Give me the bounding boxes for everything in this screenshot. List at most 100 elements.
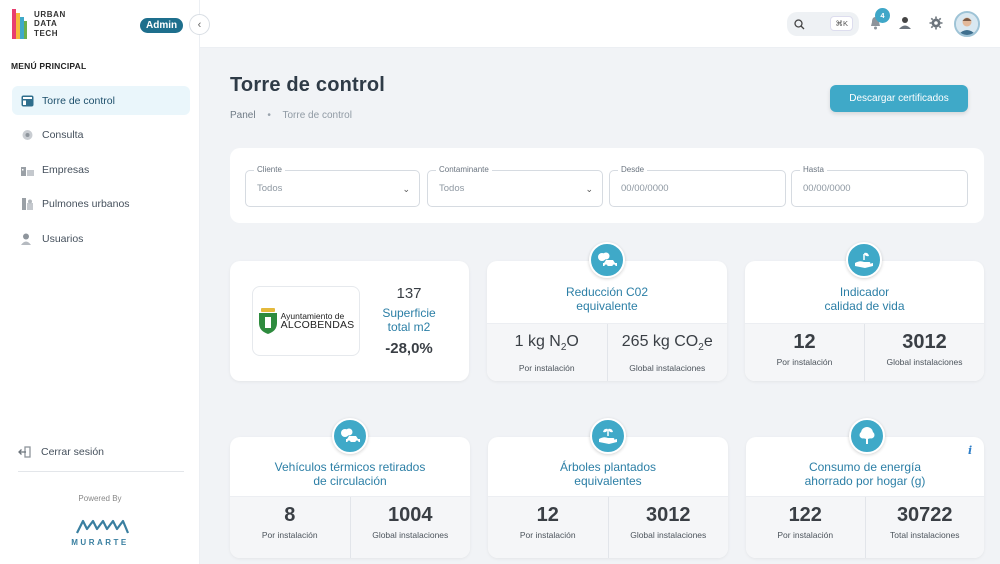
sidebar-item-torre-de-control[interactable]: Torre de control bbox=[12, 86, 190, 115]
surface-change: -28,0% bbox=[385, 340, 433, 357]
chevron-down-icon: ⌄ bbox=[585, 184, 593, 194]
avatar-icon bbox=[956, 13, 978, 35]
surface-label: Superficie total m2 bbox=[382, 306, 436, 334]
collapse-sidebar-button[interactable]: ‹ bbox=[189, 14, 210, 35]
hand-plant-icon bbox=[846, 242, 882, 278]
date-to-label: Hasta bbox=[800, 165, 827, 174]
card-title: Vehículos térmicos retirados de circulac… bbox=[274, 460, 426, 488]
per-installation-stat: 12 Por instalación bbox=[745, 324, 864, 381]
user-avatar[interactable] bbox=[954, 11, 980, 37]
urban-lungs-icon bbox=[21, 198, 34, 210]
search-button[interactable]: ⌘K bbox=[787, 12, 859, 36]
settings-button[interactable] bbox=[928, 15, 944, 31]
pollutant-value: Todos bbox=[439, 183, 465, 194]
powered-by-label: Powered By bbox=[78, 494, 122, 503]
per-installation-stat: 1 kg N2O Por instalación bbox=[487, 324, 607, 381]
stat-value: 12 bbox=[536, 504, 559, 526]
per-installation-stat: 122 Por instalación bbox=[746, 497, 865, 558]
info-icon[interactable]: i bbox=[968, 444, 972, 457]
logout-icon bbox=[18, 446, 31, 458]
organization-name: Ayuntamiento de ALCOBENDAS bbox=[280, 310, 355, 331]
stat-value: 1004 bbox=[388, 504, 433, 526]
energy-saved-card: Consumo de energía ahorrado por hogar (g… bbox=[746, 437, 984, 558]
sidebar-item-label: Consulta bbox=[42, 129, 84, 141]
admin-badge: Admin bbox=[140, 18, 184, 33]
global-stat: 265 kg CO2e Global instalaciones bbox=[606, 324, 728, 381]
gear-icon bbox=[929, 16, 943, 30]
card-title: Consumo de energía ahorrado por hogar (g… bbox=[804, 460, 926, 488]
card-stats: 12 Por instalación 3012 Global instalaci… bbox=[488, 496, 728, 558]
co2-reduction-card: Reducción C02 equivalente 1 kg N2O Por i… bbox=[487, 261, 727, 381]
breadcrumb-panel[interactable]: Panel bbox=[230, 110, 256, 121]
card-stats: 8 Por instalación 1004 Global instalacio… bbox=[230, 496, 470, 558]
dashboard-icon bbox=[21, 95, 34, 107]
global-stat: 1004 Global instalaciones bbox=[349, 497, 471, 558]
card-stats: 122 Por instalación 30722 Total instalac… bbox=[746, 496, 984, 558]
stat-label: Por instalación bbox=[261, 530, 318, 540]
stat-label: Global instalaciones bbox=[629, 363, 706, 374]
stat-value: 265 kg CO2e bbox=[621, 333, 713, 354]
top-header: ⌘K 4 bbox=[200, 0, 1000, 48]
tree-icon bbox=[849, 418, 885, 454]
surface-value: 137 bbox=[396, 285, 422, 302]
client-value: Todos bbox=[257, 183, 283, 194]
sidebar-divider bbox=[18, 471, 184, 472]
logo-mark-icon bbox=[12, 9, 27, 39]
logout-label: Cerrar sesión bbox=[41, 446, 105, 458]
logout-button[interactable]: Cerrar sesión bbox=[18, 446, 104, 458]
stat-label: Global instalaciones bbox=[630, 530, 707, 540]
per-installation-stat: 8 Por instalación bbox=[230, 497, 350, 558]
stat-label: Por instalación bbox=[776, 357, 833, 367]
stat-label: Total instalaciones bbox=[890, 530, 960, 540]
date-from-field[interactable]: Desde 00/00/0000 bbox=[609, 165, 786, 207]
organization-logo: Ayuntamiento de ALCOBENDAS bbox=[252, 286, 360, 356]
sidebar-item-consulta[interactable]: Consulta bbox=[12, 121, 190, 150]
global-stat: 3012 Global instalaciones bbox=[607, 497, 729, 558]
murarte-logo-icon bbox=[76, 519, 130, 534]
murarte-brand: MURARTE bbox=[71, 538, 129, 547]
sidebar-item-label: Pulmones urbanos bbox=[42, 198, 130, 210]
sidebar: URBAN DATA TECH Admin MENÚ PRINCIPAL Tor… bbox=[0, 0, 200, 564]
pollutant-label: Contaminante bbox=[436, 165, 492, 174]
breadcrumb: Panel • Torre de control bbox=[230, 110, 352, 121]
urban-data-tech-logo[interactable]: URBAN DATA TECH bbox=[12, 9, 66, 39]
stat-label: Global instalaciones bbox=[886, 357, 963, 367]
global-stat: 3012 Global instalaciones bbox=[864, 324, 984, 381]
search-shortcut: ⌘K bbox=[830, 16, 853, 31]
filters-panel: Cliente Todos ⌄ Contaminante Todos ⌄ Des… bbox=[230, 148, 984, 223]
users-icon bbox=[21, 233, 34, 245]
main-menu: Torre de control Consulta Empresas Pulmo… bbox=[12, 86, 190, 259]
breadcrumb-separator: • bbox=[267, 110, 271, 121]
date-from-placeholder: 00/00/0000 bbox=[621, 183, 669, 194]
users-icon bbox=[899, 17, 911, 29]
sidebar-item-usuarios[interactable]: Usuarios bbox=[12, 224, 190, 253]
query-icon bbox=[21, 129, 34, 141]
date-to-field[interactable]: Hasta 00/00/0000 bbox=[791, 165, 968, 207]
stat-value: 30722 bbox=[896, 504, 953, 526]
sidebar-item-label: Empresas bbox=[42, 163, 90, 176]
card-title: Indicador calidad de vida bbox=[824, 285, 905, 313]
date-from-label: Desde bbox=[618, 165, 648, 174]
quality-of-life-card: Indicador calidad de vida 12 Por instala… bbox=[745, 261, 984, 381]
stat-label: Global instalaciones bbox=[372, 530, 449, 540]
stat-label: Por instalación bbox=[519, 530, 576, 540]
sidebar-item-label: Torre de control bbox=[42, 94, 115, 107]
car-cloud-icon bbox=[332, 418, 368, 454]
contacts-button[interactable] bbox=[897, 15, 913, 31]
card-title: Árboles plantados equivalentes bbox=[559, 460, 657, 488]
alcobendas-shield-icon bbox=[258, 308, 277, 334]
sidebar-item-pulmones-urbanos[interactable]: Pulmones urbanos bbox=[12, 190, 190, 219]
card-stats: 1 kg N2O Por instalación 265 kg CO2e Glo… bbox=[487, 323, 727, 381]
stat-label: Por instalación bbox=[518, 363, 575, 374]
stat-value: 3012 bbox=[646, 504, 691, 526]
pollutant-select[interactable]: Contaminante Todos ⌄ bbox=[427, 165, 603, 207]
stat-value: 3012 bbox=[902, 331, 947, 353]
card-title: Reducción C02 equivalente bbox=[565, 285, 649, 313]
notification-count-badge: 4 bbox=[875, 8, 890, 23]
sidebar-item-empresas[interactable]: Empresas bbox=[12, 155, 190, 184]
search-icon bbox=[794, 18, 805, 29]
download-certificates-button[interactable]: Descargar certificados bbox=[830, 85, 968, 112]
client-label: Cliente bbox=[254, 165, 285, 174]
client-select[interactable]: Cliente Todos ⌄ bbox=[245, 165, 420, 207]
page-title: Torre de control bbox=[230, 74, 386, 96]
